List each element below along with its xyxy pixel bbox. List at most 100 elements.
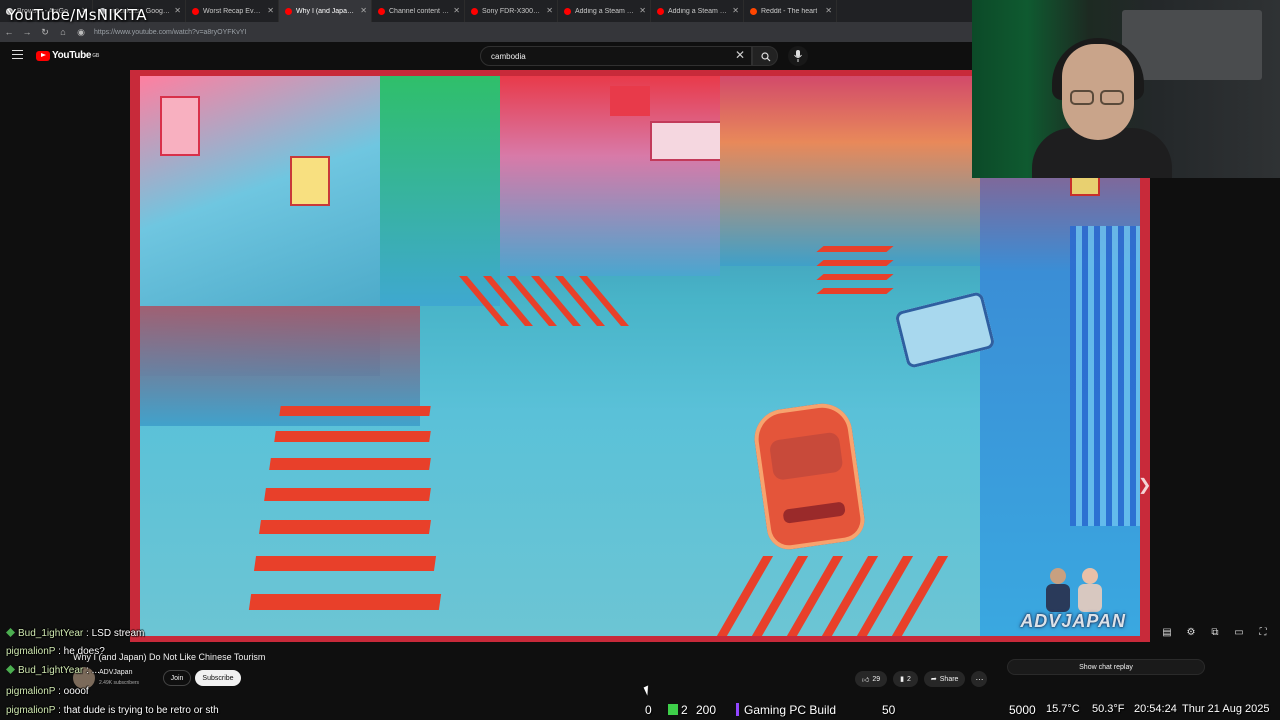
channel-name[interactable]: ADVJapan	[99, 669, 132, 676]
clear-search-icon[interactable]: ✕	[735, 48, 745, 62]
red-car	[750, 399, 868, 553]
close-tab-icon[interactable]: ✕	[546, 6, 553, 15]
home-icon[interactable]: ⌂	[54, 27, 72, 37]
tab-title: Adding a Steam Libr	[575, 7, 636, 15]
close-tab-icon[interactable]: ✕	[360, 6, 367, 15]
tab-title: Why I (and Japan) D	[296, 7, 357, 15]
mouse-cursor-icon	[643, 683, 657, 696]
comments-button[interactable]: ▮ 2	[893, 671, 918, 687]
video-actions: 👍︎ 29 ▮ 2 ➦ Share ⋯	[855, 671, 988, 687]
chat-text: LSD stream	[91, 628, 145, 639]
search-input[interactable]: cambodia	[480, 46, 752, 66]
settings-gear-icon[interactable]: ⚙	[1179, 624, 1203, 640]
crosswalk-bottom	[700, 536, 1000, 636]
stat-d: 50	[882, 703, 896, 717]
stat-b: 2	[681, 703, 688, 717]
url-text[interactable]: https://www.youtube.com/watch?v=a8ryOYFK…	[94, 29, 246, 36]
join-button[interactable]: Join	[163, 670, 191, 686]
search-icon	[761, 52, 771, 62]
youtube-logo[interactable]: YouTube GB	[36, 50, 99, 61]
show-chat-replay-button[interactable]: Show chat replay	[1007, 659, 1205, 675]
menu-icon[interactable]	[12, 50, 23, 59]
browser-tab[interactable]: Adding a Steam Libr ✕	[651, 0, 744, 22]
reload-icon[interactable]: ↻	[36, 27, 54, 38]
more-actions-button[interactable]: ⋯	[971, 671, 988, 687]
stat-a: 0	[645, 703, 652, 717]
close-tab-icon[interactable]: ✕	[267, 6, 274, 15]
chat-message: pigmalionP : oooof	[6, 686, 89, 697]
chat-text: ...	[91, 665, 100, 676]
browser-tab[interactable]: Worst Recap Ever? - ✕	[186, 0, 279, 22]
chat-text: he does?	[63, 646, 105, 657]
stream-stats-bar: 0 2 200 Gaming PC Build 50 5000 15.7°C 5…	[0, 700, 1280, 720]
close-tab-icon[interactable]: ✕	[174, 6, 181, 15]
tab-title: Reddit - The heart	[761, 7, 818, 15]
chat-message: pigmalionP : he does?	[6, 646, 105, 657]
subtitles-icon[interactable]: ▤	[1155, 624, 1179, 640]
voice-search-button[interactable]	[788, 46, 808, 66]
stream-category: Gaming PC Build	[744, 703, 837, 717]
browser-tab[interactable]: Sony FDR-X3000 & A ✕	[465, 0, 558, 22]
tab-favicon-icon	[657, 7, 664, 15]
browser-tab[interactable]: Channel content - Yo ✕	[372, 0, 465, 22]
clock-time: 20:54:24	[1134, 703, 1177, 715]
next-chevron-icon[interactable]: ❯	[1138, 475, 1150, 495]
tab-favicon-icon	[564, 7, 571, 15]
like-count: 29	[872, 675, 881, 683]
miniplayer-icon[interactable]: ⧉	[1203, 624, 1227, 640]
crosswalk-top	[459, 276, 660, 336]
tab-favicon-icon	[192, 7, 199, 15]
tab-favicon-icon	[378, 7, 385, 15]
crosswalk-left	[248, 396, 450, 636]
clock-date: Thur 21 Aug 2025	[1182, 703, 1270, 715]
browser-tab[interactable]: Why I (and Japan) D ✕	[279, 0, 372, 22]
video-watermark: ADVJAPAN	[1020, 611, 1126, 631]
chat-message: Bud_1ightYear : LSD stream	[6, 628, 144, 639]
comment-count: 2	[906, 675, 911, 683]
chat-badge-icon	[6, 628, 15, 637]
close-tab-icon[interactable]: ✕	[825, 6, 832, 15]
browser-tab[interactable]: Reddit - The heart ✕	[744, 0, 837, 22]
search-button[interactable]	[752, 46, 778, 66]
tab-favicon-icon	[285, 7, 292, 15]
subscribe-button[interactable]: Subscribe	[195, 670, 241, 686]
share-icon: ➦	[930, 676, 937, 683]
channel-row: ADVJapan 2.49K subscribers Join Subscrib…	[73, 667, 373, 691]
stat-b-wrap: 2	[668, 703, 688, 717]
streamer-webcam	[972, 0, 1280, 178]
youtube-logo-text: YouTube	[52, 50, 92, 61]
weather-extra: 50.3°F	[1092, 703, 1125, 715]
browser-tab[interactable]: Adding a Steam Libr ✕	[558, 0, 651, 22]
youtube-play-icon	[36, 50, 50, 61]
share-label: Share	[939, 675, 959, 683]
stat-e: 5000	[1009, 703, 1036, 717]
fullscreen-icon[interactable]: ⛶	[1251, 624, 1275, 640]
stat-c: 200	[696, 703, 717, 717]
comment-icon: ▮	[900, 676, 904, 683]
subscriber-count: 2.49K subscribers	[99, 680, 140, 686]
category-icon	[736, 703, 739, 716]
close-tab-icon[interactable]: ✕	[639, 6, 646, 15]
tab-title: Sony FDR-X3000 & A	[482, 7, 543, 15]
tab-title: Channel content - Yo	[389, 7, 450, 15]
microphone-icon	[794, 50, 802, 62]
watermark-hosts-image	[1046, 568, 1102, 612]
share-button[interactable]: ➦ Share	[923, 671, 966, 687]
close-tab-icon[interactable]: ✕	[732, 6, 739, 15]
lock-icon[interactable]: ◉	[72, 27, 90, 38]
forward-icon[interactable]: →	[18, 27, 36, 37]
like-button[interactable]: 👍︎ 29	[855, 671, 888, 687]
tab-title: Adding a Steam Libr	[668, 7, 729, 15]
chat-username: pigmalionP	[6, 686, 56, 697]
close-tab-icon[interactable]: ✕	[453, 6, 460, 15]
chat-username: Bud_1ightYear	[18, 628, 84, 639]
theater-mode-icon[interactable]: ▭	[1227, 624, 1251, 640]
chat-username: pigmalionP	[6, 646, 56, 657]
green-status-icon	[668, 704, 678, 715]
chat-username: Bud_1ightYear	[18, 665, 84, 676]
tab-favicon-icon	[471, 7, 478, 15]
chat-badge-icon	[6, 665, 15, 674]
back-icon[interactable]: ←	[0, 27, 18, 37]
category-wrap: Gaming PC Build	[736, 703, 836, 717]
glasses-icon	[1068, 90, 1128, 106]
